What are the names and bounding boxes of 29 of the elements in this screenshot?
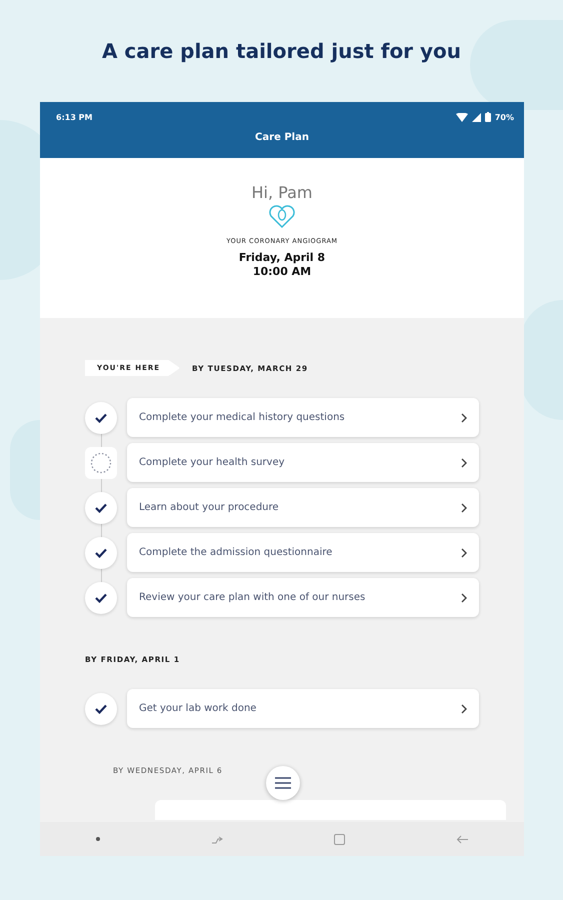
task-card[interactable]: Get your lab work done [127,689,479,728]
menu-button[interactable] [266,766,300,800]
chevron-icon [461,592,467,602]
recent-apps-icon[interactable] [210,834,222,844]
task-card[interactable]: Learn about your procedure [127,488,479,527]
dot-icon[interactable] [96,837,100,841]
status-time: 6:13 PM [56,112,93,122]
signal-icon [472,112,481,122]
app-title: Care Plan [254,132,310,143]
headline: A care plan tailored just for you [102,38,462,65]
appointment-date: Friday, April 8 [238,251,326,265]
menu-icon [275,777,291,789]
chevron-icon [461,412,467,422]
battery-percent: 70% [494,112,514,122]
greeting: Hi, Pam [252,183,312,202]
task-card[interactable]: Complete your medical history questions [127,398,479,437]
battery-icon [484,112,491,122]
chevron-icon [461,548,467,558]
home-icon[interactable] [334,834,344,844]
appointment-time: 10:00 AM [252,265,312,279]
back-icon[interactable] [456,834,468,844]
chevron-icon [461,502,467,512]
heart-icon [268,205,296,229]
task-card[interactable]: Complete your health survey [127,443,479,482]
task-card[interactable]: Review your care plan with one of our nurses [127,578,479,617]
chevron-icon [461,704,467,714]
chevron-icon [461,458,467,468]
wifi-icon [456,112,468,122]
task-card[interactable]: Complete the admission questionnaire [127,533,479,572]
